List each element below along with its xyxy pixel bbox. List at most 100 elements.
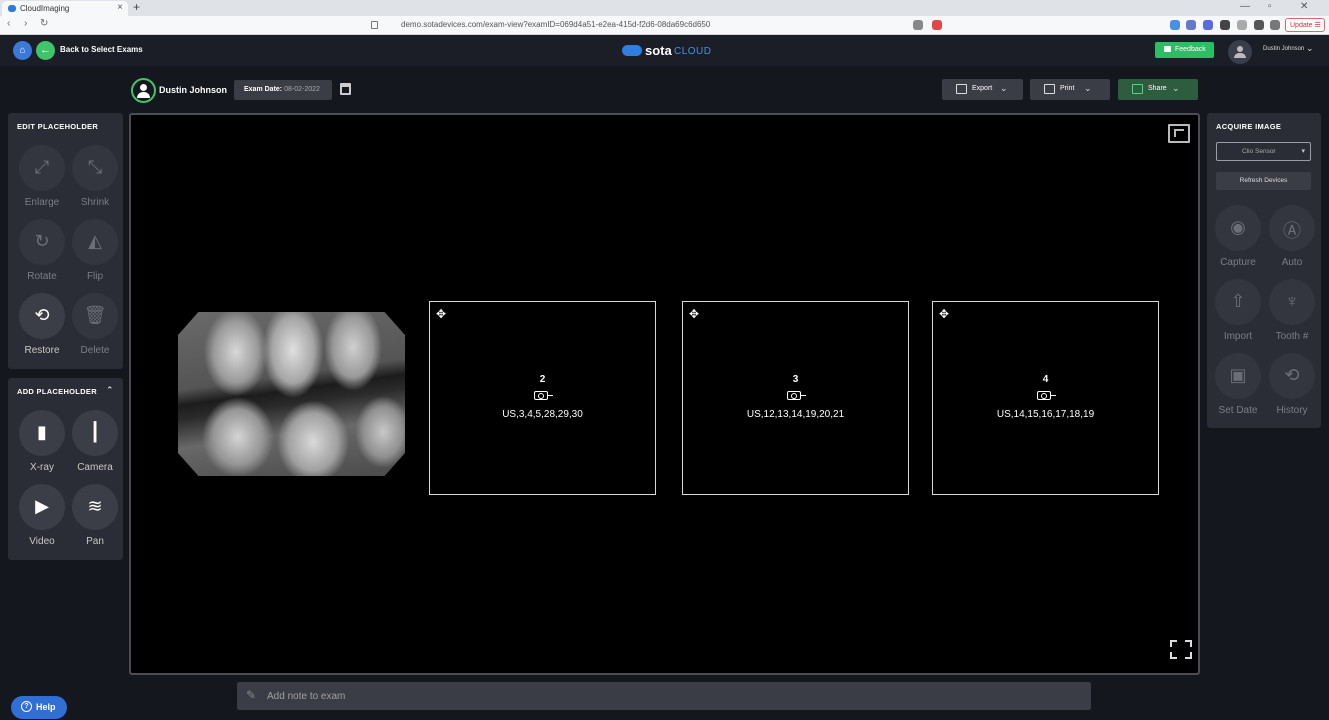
print-button[interactable]: Print ⌄ xyxy=(1030,79,1110,100)
move-icon[interactable]: ✥ xyxy=(436,307,446,321)
flip-tool[interactable]: ◭ Flip xyxy=(68,219,120,285)
url-field[interactable]: demo.sotadevices.com/exam-view?examID=06… xyxy=(365,18,905,32)
sensor-icon xyxy=(1036,391,1056,400)
back-arrow-icon[interactable]: ‹ xyxy=(7,18,10,29)
extension-icon[interactable] xyxy=(1170,20,1180,30)
browser-tab[interactable]: CloudImaging × xyxy=(2,1,128,16)
delete-label: Delete xyxy=(80,345,110,356)
pan-tool[interactable]: ≋ Pan xyxy=(68,484,120,550)
app-header: ⌂ ← Back to Select Exams sota CLOUD Feed… xyxy=(0,35,1329,66)
history-tool[interactable]: ⟲ History xyxy=(1265,353,1317,419)
import-tool[interactable]: ⇧ Import xyxy=(1211,279,1263,345)
shrink-tool[interactable]: ⤡ Shrink xyxy=(68,145,120,211)
camera-tool[interactable]: ┃ Camera xyxy=(68,410,120,476)
minimize-icon[interactable]: — xyxy=(1240,1,1250,12)
image-placeholder[interactable]: ✥ 2 US,3,4,5,28,29,30 xyxy=(429,301,656,495)
user-avatar[interactable] xyxy=(1228,40,1252,64)
back-button[interactable]: ← xyxy=(36,41,55,60)
capture-tool[interactable]: ◉ Capture xyxy=(1211,205,1263,271)
set-date-tool[interactable]: ▣ Set Date xyxy=(1211,353,1263,419)
browser-tabbar: CloudImaging × + — ▫ ✕ xyxy=(0,0,1329,16)
calendar-icon[interactable] xyxy=(340,83,351,95)
wallet-icon[interactable] xyxy=(1270,20,1280,30)
rotate-tool[interactable]: ↻ Rotate xyxy=(15,219,67,285)
trash-icon: 🗑 xyxy=(83,305,107,325)
xray-tool[interactable]: ▮ X-ray xyxy=(15,410,67,476)
chevron-down-icon: ⌄ xyxy=(1000,83,1008,93)
new-tab-icon[interactable]: + xyxy=(133,0,140,14)
forward-arrow-icon[interactable]: › xyxy=(24,18,27,29)
feedback-button[interactable]: Feedback xyxy=(1155,42,1214,58)
capture-label: Capture xyxy=(1220,257,1256,268)
home-button[interactable]: ⌂ xyxy=(13,41,32,60)
export-label: Export xyxy=(972,85,993,92)
alert-icon[interactable] xyxy=(932,20,942,30)
move-icon[interactable]: ✥ xyxy=(689,307,699,321)
sidebar-icon[interactable] xyxy=(1237,20,1247,30)
help-button[interactable]: ? Help xyxy=(11,696,67,719)
rotate-label: Rotate xyxy=(27,271,57,282)
image-placeholder[interactable]: ✥ 3 US,12,13,14,19,20,21 xyxy=(682,301,909,495)
exam-note-input[interactable] xyxy=(267,682,1067,710)
maximize-icon[interactable]: ▫ xyxy=(1268,1,1272,12)
share-button[interactable]: Share ⌄ xyxy=(1118,79,1198,100)
xray-label: X-ray xyxy=(30,462,54,473)
chevron-up-icon[interactable]: ⌃ xyxy=(106,385,114,396)
send-icon xyxy=(1132,84,1143,94)
sensor-icon xyxy=(786,391,806,400)
browser-address-bar: ‹ › ↻ demo.sotadevices.com/exam-view?exa… xyxy=(0,16,1329,35)
set-date-label: Set Date xyxy=(1218,405,1258,416)
placeholder-teeth: US,3,4,5,28,29,30 xyxy=(502,409,583,420)
puzzle-icon[interactable] xyxy=(1254,20,1264,30)
help-label: Help xyxy=(36,702,56,712)
expand-icon[interactable] xyxy=(1168,124,1190,143)
extension-icon[interactable] xyxy=(1220,20,1230,30)
export-icon xyxy=(956,84,967,94)
caret-down-icon: ▾ xyxy=(1301,148,1305,155)
favicon-icon xyxy=(8,5,16,12)
auto-tool[interactable]: Ⓐ Auto xyxy=(1265,205,1317,271)
close-window-icon[interactable]: ✕ xyxy=(1300,1,1308,12)
update-label: Update xyxy=(1290,22,1313,29)
printer-icon xyxy=(1044,84,1055,94)
camera-icon: ◉ xyxy=(1230,217,1246,237)
restore-tool[interactable]: ⟲ Restore xyxy=(15,293,67,359)
extension-icon[interactable] xyxy=(1203,20,1213,30)
calendar-check-icon: ▣ xyxy=(1229,365,1247,385)
video-tool[interactable]: ▶ Video xyxy=(15,484,67,550)
rotate-icon: ↻ xyxy=(34,231,50,251)
extension-icon[interactable] xyxy=(1186,20,1196,30)
close-tab-icon[interactable]: × xyxy=(117,2,123,13)
tooth-number-tool[interactable]: ♆ Tooth # xyxy=(1265,279,1317,345)
tooth-number-label: Tooth # xyxy=(1275,331,1309,342)
auto-label: Auto xyxy=(1281,257,1303,268)
update-button[interactable]: Update ☰ xyxy=(1285,18,1325,32)
image-placeholder[interactable]: ✥ 4 US,14,15,16,17,18,19 xyxy=(932,301,1159,495)
user-name[interactable]: Dustin Johnson xyxy=(1263,46,1304,52)
placeholder-teeth: US,14,15,16,17,18,19 xyxy=(996,409,1095,420)
exam-date-value: 08-02-2022 xyxy=(284,86,320,93)
tab-title: CloudImaging xyxy=(20,4,70,13)
export-button[interactable]: Export ⌄ xyxy=(942,79,1023,100)
reload-icon[interactable]: ↻ xyxy=(40,18,48,29)
shield-icon[interactable] xyxy=(913,20,923,30)
xray-image[interactable] xyxy=(178,312,405,476)
pencil-icon: ✎ xyxy=(246,688,257,702)
camera-label: Camera xyxy=(77,462,113,473)
sensor-select[interactable]: Clio Sensor ▾ xyxy=(1216,142,1311,161)
tooth-icon: ♆ xyxy=(1285,291,1299,311)
back-to-exams-link[interactable]: Back to Select Exams xyxy=(60,45,143,54)
sensor-select-value: Clio Sensor xyxy=(1242,148,1276,155)
enlarge-tool[interactable]: ⤢ Enlarge xyxy=(15,145,67,211)
chevron-down-icon[interactable]: ⌄ xyxy=(1306,43,1314,54)
move-icon[interactable]: ✥ xyxy=(939,307,949,321)
delete-tool[interactable]: 🗑 Delete xyxy=(68,293,120,359)
video-label: Video xyxy=(29,536,55,547)
fullscreen-icon[interactable] xyxy=(1170,640,1192,659)
video-camera-icon: ▶ xyxy=(35,496,49,516)
logo-cloud-text: CLOUD xyxy=(674,46,712,57)
url-text: demo.sotadevices.com/exam-view?examID=06… xyxy=(401,20,711,29)
sensor-icon xyxy=(533,391,553,400)
intraoral-camera-icon: ┃ xyxy=(89,422,101,442)
refresh-devices-button[interactable]: Refresh Devices xyxy=(1216,172,1311,190)
